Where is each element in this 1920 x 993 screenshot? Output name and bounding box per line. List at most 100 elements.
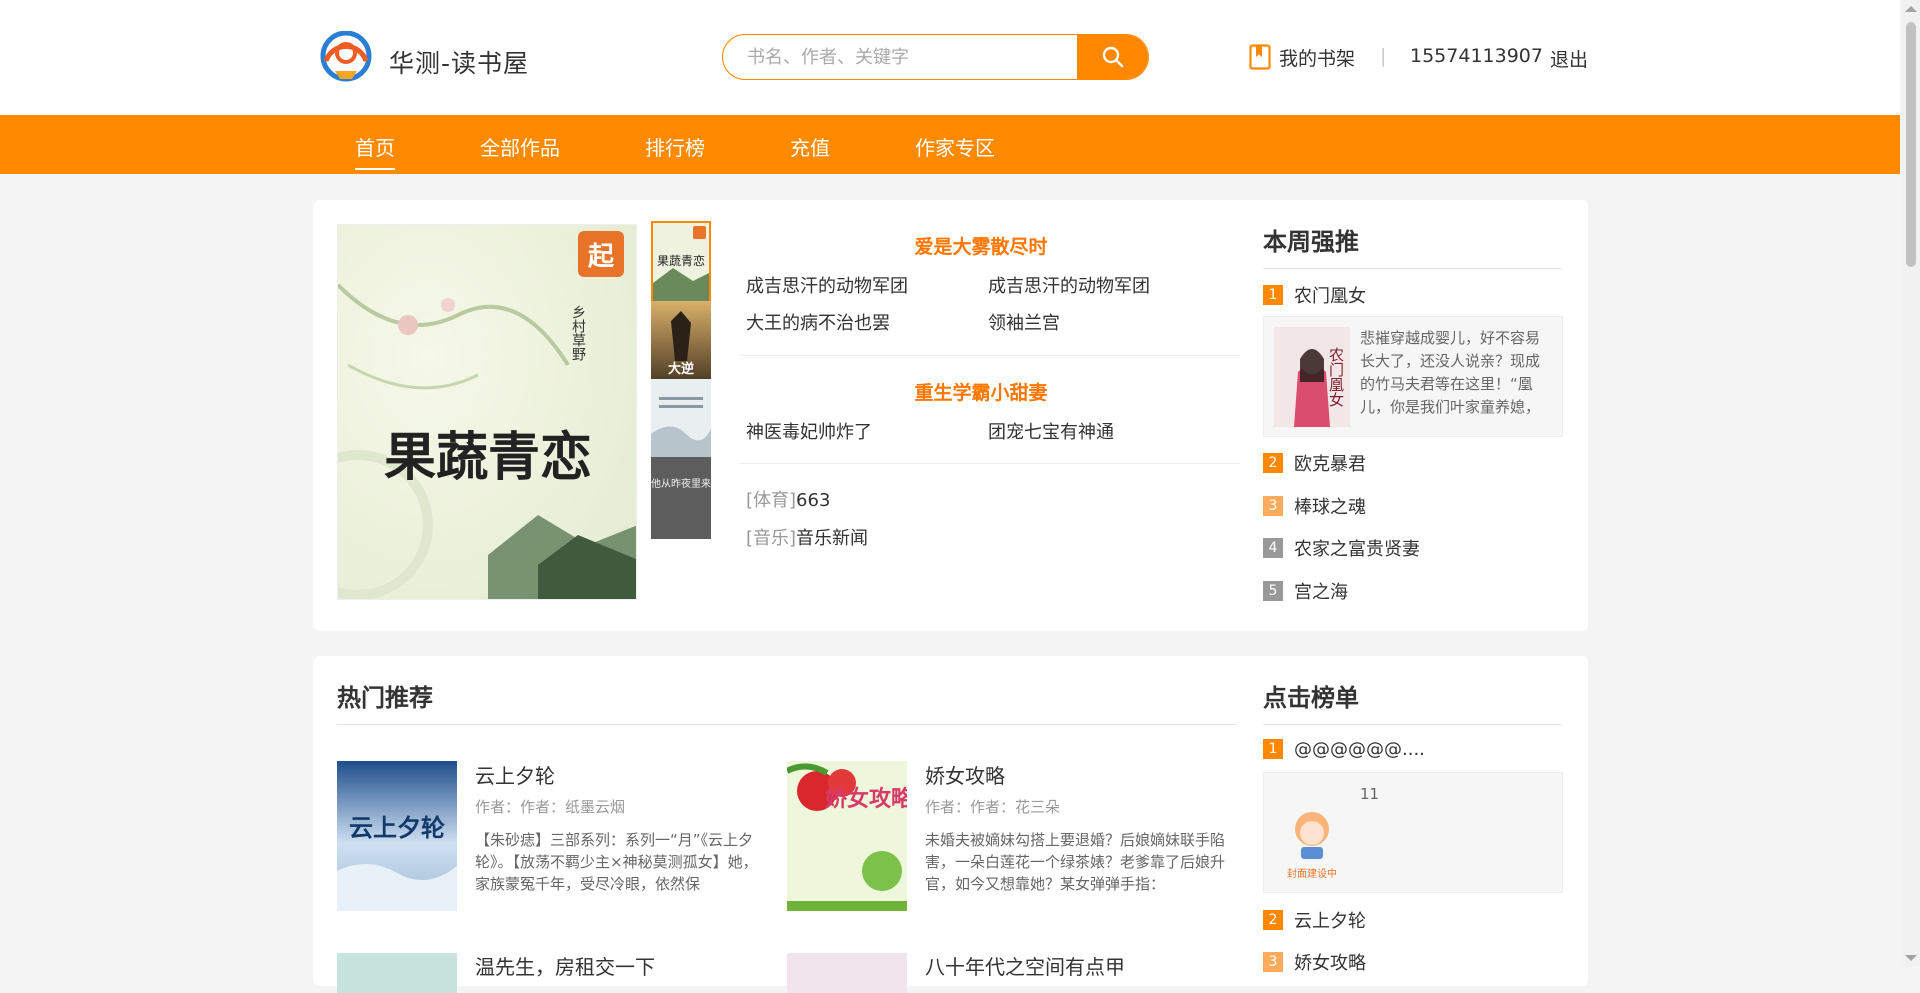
rank-book-name: 宫之海 (1294, 582, 1348, 603)
svg-text:乡村草野: 乡村草野 (570, 305, 586, 361)
weekly-title: 本周强推 (1263, 228, 1359, 256)
hot-book-desc: 【朱砂痣】三部系列：系列一“月”《云上夕轮》。【放荡不羁少主×神秘莫测孤女】她，… (475, 831, 758, 893)
hot-book-title[interactable]: 温先生，房租交一下 (475, 951, 655, 980)
featured-link[interactable]: 神医毒妃帅炸了 (746, 418, 872, 444)
weekly-rank-item[interactable]: 5 宫之海 (1263, 579, 1348, 603)
rank-book-name: 棒球之魂 (1294, 497, 1366, 518)
rank-badge: 3 (1263, 952, 1283, 972)
search-button[interactable] (1077, 35, 1148, 79)
logout-link[interactable]: 退出 (1550, 45, 1588, 72)
divider (1263, 268, 1563, 269)
svg-text:娇女攻略: 娇女攻略 (825, 786, 907, 812)
featured-big-cover[interactable]: 起 乡村草野 果蔬青恋 (337, 224, 637, 600)
weekly-rank-item[interactable]: 3 棒球之魂 (1263, 494, 1366, 518)
nav-recharge[interactable]: 充值 (790, 132, 830, 161)
user-phone[interactable]: 15574113907 (1410, 45, 1543, 67)
weekly-rank-item[interactable]: 2 欧克暴君 (1263, 451, 1366, 475)
featured-section2-title[interactable]: 重生学霸小甜妻 (736, 378, 1226, 405)
divider (740, 355, 1240, 356)
svg-text:农门凰女: 农门凰女 (1327, 347, 1345, 407)
weekly-top-cover: 农门凰女 (1274, 327, 1350, 427)
search-input[interactable] (723, 35, 1078, 79)
svg-text:起: 起 (588, 242, 615, 272)
rank-book-name: 云上夕轮 (1294, 911, 1366, 932)
category-book-name: 663 (796, 490, 831, 511)
svg-text:他从昨夜里来: 他从昨夜里来 (651, 477, 711, 490)
bookshelf-icon (1249, 44, 1271, 70)
cover-image: 起 乡村草野 果蔬青恋 (338, 225, 636, 599)
weekly-top-detail[interactable]: 农门凰女 悲摧穿越成婴儿，好不容易长大了，还没人说亲？现成的竹马夫君等在这里！“… (1263, 316, 1563, 437)
featured-section1-title[interactable]: 爱是大雾散尽时 (736, 232, 1226, 259)
click-rank-title: 点击榜单 (1263, 684, 1359, 712)
rank-badge: 4 (1263, 538, 1283, 558)
weekly-rank-item[interactable]: 4 农家之富贵贤妻 (1263, 536, 1420, 560)
category-tag: [体育] (746, 490, 797, 511)
hot-book-title[interactable]: 八十年代之空间有点甲 (925, 951, 1125, 980)
header: 华测-读书屋 我的书架 | 15574113907 退出 (0, 0, 1900, 115)
click-rank-item[interactable]: 2 云上夕轮 (1263, 908, 1366, 932)
bookshelf-label: 我的书架 (1279, 47, 1356, 70)
nav-rankings[interactable]: 排行榜 (645, 132, 705, 161)
rank-badge: 1 (1263, 285, 1283, 305)
featured-link[interactable]: 团宠七宝有神通 (988, 418, 1114, 444)
divider (337, 724, 1237, 725)
rank-badge: 3 (1263, 496, 1283, 516)
divider (740, 463, 1240, 464)
weekly-top-desc: 悲摧穿越成婴儿，好不容易长大了，还没人说亲？现成的竹马夫君等在这里！“凰儿，你是… (1360, 329, 1541, 416)
click-top-desc: 11 (1360, 785, 1380, 803)
svg-text:果蔬青恋: 果蔬青恋 (384, 427, 592, 488)
featured-thumb-4[interactable]: 他从昨夜里来 (651, 457, 711, 539)
click-rank-item[interactable]: 1 @@@@@@.... (1263, 737, 1425, 761)
cover-placeholder-text: 封面建设中 (1287, 869, 1337, 880)
hot-panel: 热门推荐 云上夕轮 云上夕轮 作者：作者：纸墨云烟 【朱砂痣】三部系列：系列一“… (313, 656, 1588, 993)
rank-book-name: @@@@@@.... (1294, 738, 1425, 760)
featured-thumb-1[interactable]: 果蔬青恋 (651, 221, 711, 303)
featured-thumb-3[interactable] (651, 379, 711, 461)
rank-badge: 2 (1263, 910, 1283, 930)
nav-all-works[interactable]: 全部作品 (480, 132, 560, 161)
scroll-down-arrow-icon[interactable] (1905, 955, 1917, 961)
cover-placeholder: 封面建设中 (1274, 783, 1350, 883)
nav-author-zone[interactable]: 作家专区 (915, 132, 995, 161)
rank-book-name: 农门凰女 (1294, 286, 1366, 307)
search-icon (1102, 46, 1123, 68)
hot-book-title[interactable]: 云上夕轮 (475, 760, 555, 789)
header-separator: | (1380, 45, 1387, 67)
rank-book-name: 娇女攻略 (1294, 953, 1366, 974)
click-top-detail[interactable]: 封面建设中 11 (1263, 772, 1563, 893)
click-rank-item[interactable]: 3 娇女攻略 (1263, 950, 1366, 974)
hot-book-author: 作者：作者：纸墨云烟 (475, 798, 626, 816)
weekly-rank-item[interactable]: 1 农门凰女 (1263, 283, 1366, 307)
featured-panel: 起 乡村草野 果蔬青恋 果蔬青恋 大逆 他从昨夜里来 爱是大雾散尽时 成吉思汗的… (313, 200, 1588, 631)
hot-book-cover[interactable] (337, 953, 457, 993)
category-book-link[interactable]: [音乐]音乐新闻 (746, 524, 868, 550)
search-box (722, 34, 1149, 80)
my-bookshelf-link[interactable]: 我的书架 (1249, 44, 1355, 70)
rank-badge: 2 (1263, 453, 1283, 473)
rank-book-name: 农家之富贵贤妻 (1294, 539, 1420, 560)
category-tag: [音乐] (746, 528, 797, 549)
featured-thumb-2[interactable]: 大逆 (651, 301, 711, 383)
scroll-up-arrow-icon[interactable] (1905, 6, 1917, 12)
hot-book-cover[interactable]: 云上夕轮 (337, 761, 457, 911)
svg-text:果蔬青恋: 果蔬青恋 (657, 253, 705, 268)
svg-text:大逆: 大逆 (668, 361, 694, 377)
rank-book-name: 欧克暴君 (1294, 454, 1366, 475)
site-title[interactable]: 华测-读书屋 (389, 44, 529, 80)
page-scrollbar[interactable] (1902, 0, 1920, 967)
rank-badge: 1 (1263, 739, 1283, 759)
hot-title: 热门推荐 (337, 684, 433, 712)
featured-link[interactable]: 大王的病不治也罢 (746, 309, 890, 335)
hot-book-author: 作者：作者：花三朵 (925, 798, 1061, 816)
hot-book-title[interactable]: 娇女攻略 (925, 760, 1005, 789)
hot-book-cover[interactable]: 娇女攻略 (787, 761, 907, 911)
nav-home[interactable]: 首页 (355, 132, 395, 170)
hot-book-cover[interactable] (787, 953, 907, 993)
featured-link[interactable]: 成吉思汗的动物军团 (988, 272, 1150, 298)
site-logo-icon[interactable] (318, 31, 374, 83)
category-book-link[interactable]: [体育]663 (746, 486, 830, 512)
featured-link[interactable]: 领袖兰宫 (988, 309, 1060, 335)
rank-badge: 5 (1263, 581, 1283, 601)
featured-link[interactable]: 成吉思汗的动物军团 (746, 272, 908, 298)
scrollbar-thumb[interactable] (1906, 22, 1916, 267)
